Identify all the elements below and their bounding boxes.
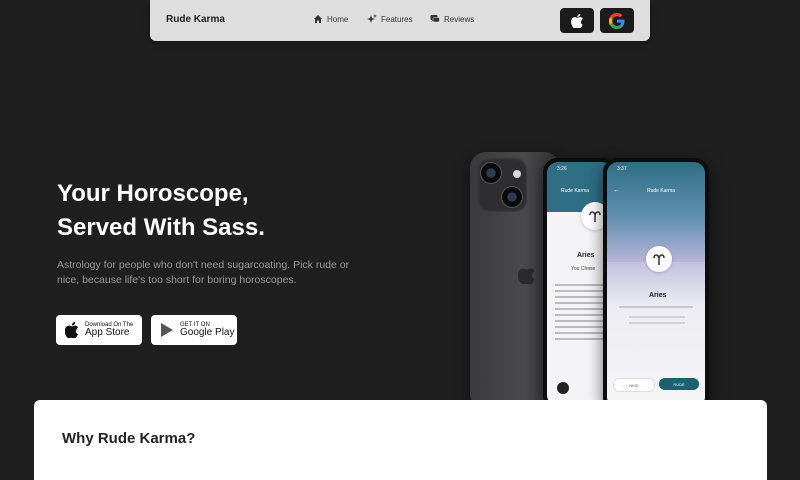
sign-name: Aries	[649, 292, 667, 299]
hero-subtitle: Astrology for people who don't need suga…	[57, 259, 350, 286]
app-store-button[interactable]: Download On The App Store	[56, 315, 142, 345]
google-icon	[609, 12, 625, 29]
hero-title: Your Horoscope, Served With Sass.	[57, 177, 265, 245]
apple-logo-icon	[518, 268, 535, 284]
nav-reviews-label: Reviews	[444, 14, 475, 24]
rude-button[interactable]: RUDE	[659, 378, 699, 390]
home-icon	[314, 15, 322, 23]
sparkles-icon	[367, 14, 377, 23]
apple-icon	[570, 13, 583, 28]
brand-name[interactable]: Rude Karma	[166, 14, 225, 25]
nav-home[interactable]: Home	[313, 14, 348, 24]
phone-front-screen: 3:37 ← Rude Karma Aries NICE RUDE	[607, 162, 705, 408]
apple-icon	[65, 322, 79, 338]
navbar-google-play-button[interactable]	[600, 8, 634, 33]
camera-bump	[477, 158, 527, 212]
app-store-big-text: App Store	[85, 326, 130, 338]
share-icon	[557, 382, 569, 394]
nav-reviews[interactable]: Reviews	[430, 14, 474, 24]
why-section-card: Why Rude Karma?	[34, 400, 767, 480]
status-time: 3:37	[617, 166, 627, 172]
chosen-heading: You Chose	[571, 266, 596, 272]
nav-features[interactable]: Features	[367, 14, 413, 24]
app-title: Rude Karma	[561, 188, 590, 194]
camera-lens	[480, 162, 502, 184]
back-arrow-icon[interactable]: ←	[613, 187, 620, 194]
nice-button[interactable]: NICE	[613, 378, 655, 392]
google-play-button[interactable]: GET IT ON Google Play	[151, 315, 237, 345]
section-title: Why Rude Karma?	[62, 430, 196, 447]
description-line	[629, 322, 685, 324]
app-title: Rude Karma	[647, 188, 676, 194]
chat-icon	[430, 15, 440, 23]
google-play-big-text: Google Play	[180, 326, 235, 338]
description-line	[629, 316, 685, 318]
nav-home-label: Home	[327, 14, 349, 24]
top-navbar: Rude Karma Home Features Reviews	[150, 0, 650, 41]
hero-title-line1: Your Horoscope,	[57, 180, 249, 207]
hero-title-line2: Served With Sass.	[57, 214, 265, 241]
phone-front: 3:37 ← Rude Karma Aries NICE RUDE	[603, 158, 709, 412]
nav-features-label: Features	[381, 14, 413, 24]
play-triangle-icon	[161, 323, 173, 337]
status-time: 3:26	[557, 166, 567, 172]
description-line	[619, 306, 693, 308]
horoscope-text-lines	[555, 280, 605, 344]
navbar-app-store-button[interactable]	[560, 8, 594, 33]
sign-name: Aries	[577, 252, 595, 259]
camera-lens	[501, 186, 523, 208]
aries-icon	[646, 246, 672, 272]
camera-flash	[513, 170, 521, 178]
